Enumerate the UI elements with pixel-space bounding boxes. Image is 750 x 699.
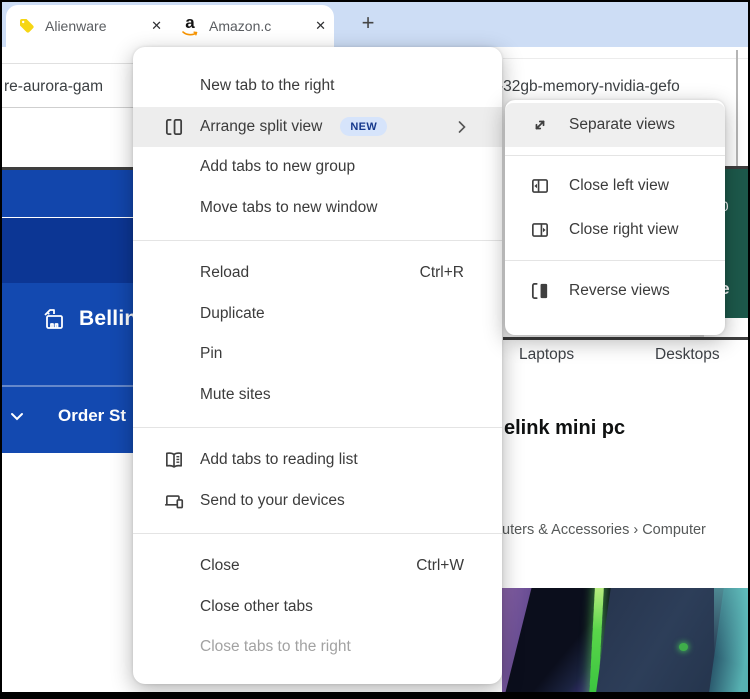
divider — [2, 107, 133, 108]
divider — [2, 385, 133, 387]
screenshot-border — [0, 692, 750, 699]
breadcrumb[interactable]: uters & Accessories › Computer — [502, 522, 706, 538]
store-tag-icon — [44, 309, 63, 329]
menu-item-new-tab-right[interactable]: New tab to the right — [133, 66, 502, 107]
menu-item-add-tabs-group[interactable]: Add tabs to new group — [133, 147, 502, 188]
reading-list-icon — [166, 452, 182, 469]
sidebar-item-order-status[interactable]: Order St — [10, 406, 126, 426]
tab-context-menu: New tab to the right Arrange split view … — [133, 47, 502, 684]
sidebar-band — [2, 170, 133, 217]
sidebar-band — [2, 218, 133, 283]
browser-window: Alienware ✕ a Amazon.c ✕ + re-aurora-gam… — [0, 0, 750, 699]
menu-item-move-tabs-window[interactable]: Move tabs to new window — [133, 188, 502, 229]
menu-item-reload[interactable]: Reload Ctrl+R — [133, 253, 502, 294]
menu-item-mute-sites[interactable]: Mute sites — [133, 375, 502, 416]
menu-separator — [133, 240, 502, 241]
subnav-laptops[interactable]: Laptops — [519, 346, 574, 364]
chevron-down-icon — [11, 412, 23, 420]
tab-title: Amazon.c — [209, 18, 308, 34]
close-left-view-icon — [532, 179, 548, 193]
scrollbar[interactable] — [736, 50, 738, 166]
divider — [2, 63, 133, 64]
submenu-item-close-left-view[interactable]: Close left view — [505, 164, 725, 208]
sidebar-item-label: Order St — [58, 406, 127, 425]
tab-strip: Alienware ✕ a Amazon.c ✕ + — [2, 2, 748, 47]
brand-name: Bellin — [79, 307, 138, 330]
tab-alienware[interactable]: Alienware ✕ — [6, 5, 170, 47]
amazon-icon: a — [180, 14, 200, 36]
address-url-right[interactable]: -32gb-memory-nvidia-gefo — [498, 78, 680, 96]
menu-separator — [133, 427, 502, 428]
split-view-submenu: Separate views Close left view Close rig… — [505, 100, 725, 335]
close-right-view-icon — [532, 223, 548, 237]
page-title: elink mini pc — [504, 417, 626, 439]
menu-item-close[interactable]: Close Ctrl+W — [133, 546, 502, 587]
divider — [503, 58, 748, 59]
submenu-item-close-right-view[interactable]: Close right view — [505, 208, 725, 252]
tab-title: Alienware — [45, 18, 144, 34]
light-streak — [713, 588, 748, 692]
separate-views-icon — [535, 120, 545, 130]
close-icon[interactable]: ✕ — [315, 18, 326, 34]
close-icon[interactable]: ✕ — [151, 18, 162, 34]
shortcut: Ctrl+R — [419, 264, 464, 282]
menu-item-arrange-split-view[interactable]: Arrange split view NEW — [133, 106, 502, 147]
left-page-sidebar: Bellin Order St — [2, 170, 137, 453]
menu-item-duplicate[interactable]: Duplicate — [133, 294, 502, 335]
subnav-desktops[interactable]: Desktops — [655, 346, 720, 364]
devices-icon — [164, 494, 184, 509]
menu-item-send-devices[interactable]: Send to your devices — [133, 481, 502, 522]
split-view-tab-group: Alienware ✕ a Amazon.c ✕ — [6, 5, 334, 47]
menu-item-close-other-tabs[interactable]: Close other tabs — [133, 587, 502, 628]
product-image — [502, 588, 748, 692]
tag-icon — [16, 16, 36, 36]
shortcut: Ctrl+W — [416, 557, 464, 575]
menu-separator — [505, 260, 725, 261]
split-view-icon — [165, 118, 183, 135]
tab-amazon[interactable]: a Amazon.c ✕ — [170, 5, 334, 47]
menu-item-reading-list[interactable]: Add tabs to reading list — [133, 440, 502, 481]
submenu-arrow-icon — [458, 120, 466, 133]
submenu-item-separate-views[interactable]: Separate views — [505, 103, 725, 147]
brand-logo[interactable]: Bellin — [40, 305, 137, 333]
reverse-views-icon — [531, 282, 548, 300]
submenu-item-reverse-views[interactable]: Reverse views — [505, 269, 725, 313]
menu-separator — [505, 155, 725, 156]
menu-separator — [133, 533, 502, 534]
divider — [503, 337, 748, 340]
menu-item-pin[interactable]: Pin — [133, 334, 502, 375]
address-url-left[interactable]: re-aurora-gam — [4, 78, 103, 96]
new-tab-button[interactable]: + — [354, 10, 382, 38]
new-badge: NEW — [340, 117, 388, 137]
menu-item-close-tabs-right: Close tabs to the right — [200, 638, 351, 656]
pc-side-panel — [592, 588, 726, 692]
